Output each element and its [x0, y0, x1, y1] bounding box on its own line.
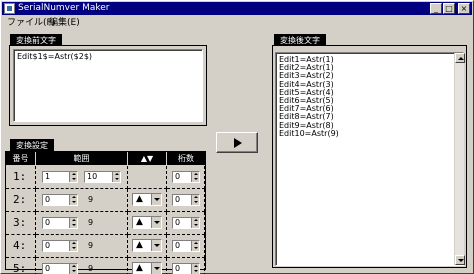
range-to-value: 10	[87, 172, 98, 181]
before-textarea[interactable]: Edit$1$=Astr($2$)	[13, 49, 203, 122]
close-icon: ×	[460, 4, 468, 13]
row-number: 3:	[13, 216, 27, 229]
chevron-down-icon[interactable]	[151, 240, 161, 251]
spin-arrows-icon[interactable]	[69, 172, 77, 182]
range-to-input[interactable]: 10	[84, 171, 121, 183]
spin-arrows-icon[interactable]	[69, 241, 77, 251]
after-line: Edit10=Astr(9)	[279, 128, 339, 138]
range-from-value: 0	[45, 264, 51, 273]
direction-select[interactable]: ▲	[132, 262, 162, 274]
window-title: SerialNumver Maker	[18, 3, 110, 13]
range-from-input[interactable]: 1	[42, 171, 78, 183]
spin-arrows-icon[interactable]	[112, 172, 120, 182]
chevron-down-icon[interactable]	[151, 263, 161, 274]
range-from-value: 0	[45, 241, 51, 250]
range-to-value: 9	[88, 195, 94, 204]
range-to-value: 9	[88, 241, 94, 250]
row-cell-direction	[128, 166, 167, 189]
range-from-input[interactable]: 0	[42, 194, 78, 206]
spin-arrows-icon[interactable]	[191, 172, 199, 182]
chevron-down-icon[interactable]	[151, 194, 161, 205]
app-window: SerialNumver Maker _ □ × ファイル(F) 編集(E) 変…	[0, 0, 474, 274]
settings-tab: 変換設定	[10, 139, 54, 151]
header-number: 番号	[6, 152, 35, 165]
convert-button[interactable]	[216, 132, 258, 153]
maximize-icon: □	[445, 4, 453, 13]
menu-bar: ファイル(F) 編集(E)	[2, 15, 472, 28]
direction-value: ▲	[136, 263, 143, 273]
row-number: 5:	[13, 262, 27, 274]
menu-file[interactable]: ファイル(F)	[7, 15, 55, 28]
after-lines: Edit1=Astr(1) Edit2=Astr(1) Edit3=Astr(2) E…	[279, 55, 451, 138]
direction-select[interactable]: ▲	[132, 239, 162, 252]
digits-value: 0	[175, 195, 181, 204]
before-panel: Edit$1$=Astr($2$)	[9, 45, 207, 126]
range-from-value: 0	[45, 218, 51, 227]
row-number: 2:	[13, 193, 27, 206]
header-digits: 桁数	[167, 152, 205, 165]
row-number: 1:	[13, 170, 27, 183]
digits-input[interactable]: 0	[172, 171, 200, 183]
spin-arrows-icon[interactable]	[191, 218, 199, 228]
range-from-input[interactable]: 0	[42, 217, 78, 229]
after-textarea[interactable]: Edit1=Astr(1) Edit2=Astr(1) Edit3=Astr(2) E…	[275, 52, 464, 266]
digits-input[interactable]: 0	[172, 263, 200, 274]
header-direction: ▲▼	[128, 152, 166, 165]
app-icon[interactable]	[4, 3, 15, 14]
after-panel: Edit1=Astr(1) Edit2=Astr(1) Edit3=Astr(2) E…	[272, 45, 467, 268]
range-from-input[interactable]: 0	[42, 240, 78, 252]
maximize-button[interactable]: □	[443, 3, 455, 14]
after-scrollbar[interactable]	[454, 53, 465, 265]
before-text: Edit$1$=Astr($2$)	[17, 52, 93, 61]
digits-input[interactable]: 0	[172, 240, 200, 252]
direction-select[interactable]: ▲	[132, 216, 162, 229]
spin-arrows-icon[interactable]	[191, 241, 199, 251]
menu-edit[interactable]: 編集(E)	[49, 15, 80, 28]
digits-value: 0	[175, 218, 181, 227]
title-bar[interactable]: SerialNumver Maker _ □ ×	[2, 2, 472, 15]
close-button[interactable]: ×	[458, 3, 470, 14]
direction-value: ▲	[136, 240, 143, 250]
spin-arrows-icon[interactable]	[69, 264, 77, 274]
direction-select[interactable]: ▲	[132, 193, 162, 206]
spin-arrows-icon[interactable]	[191, 195, 199, 205]
range-from-input[interactable]: 0	[42, 263, 78, 274]
spin-arrows-icon[interactable]	[69, 195, 77, 205]
range-to-value: 9	[88, 218, 94, 227]
range-to-value: 9	[88, 264, 94, 273]
spin-arrows-icon[interactable]	[191, 264, 199, 274]
settings-grid: 番号 範囲 ▲▼ 桁数 1: 1 10 0 2: 0 9 ▲ 0 3: 0 9 ▲ 0 4: 0 9 ▲ 0 5: 0 9…	[6, 152, 205, 274]
range-from-value: 0	[45, 195, 51, 204]
digits-input[interactable]: 0	[172, 217, 200, 229]
chevron-down-icon[interactable]	[151, 217, 161, 228]
minimize-icon: _	[434, 4, 438, 13]
spin-arrows-icon[interactable]	[69, 218, 77, 228]
digits-input[interactable]: 0	[172, 194, 200, 206]
digits-value: 0	[175, 241, 181, 250]
row-number: 4:	[13, 239, 27, 252]
direction-value: ▲	[136, 217, 143, 227]
minimize-button[interactable]: _	[430, 3, 442, 14]
digits-value: 0	[175, 172, 181, 181]
direction-value: ▲	[136, 194, 143, 204]
scroll-down-button[interactable]	[455, 255, 465, 265]
range-from-value: 1	[45, 172, 51, 181]
header-range: 範囲	[36, 152, 127, 165]
scroll-up-button[interactable]	[455, 53, 465, 63]
digits-value: 0	[175, 264, 181, 273]
